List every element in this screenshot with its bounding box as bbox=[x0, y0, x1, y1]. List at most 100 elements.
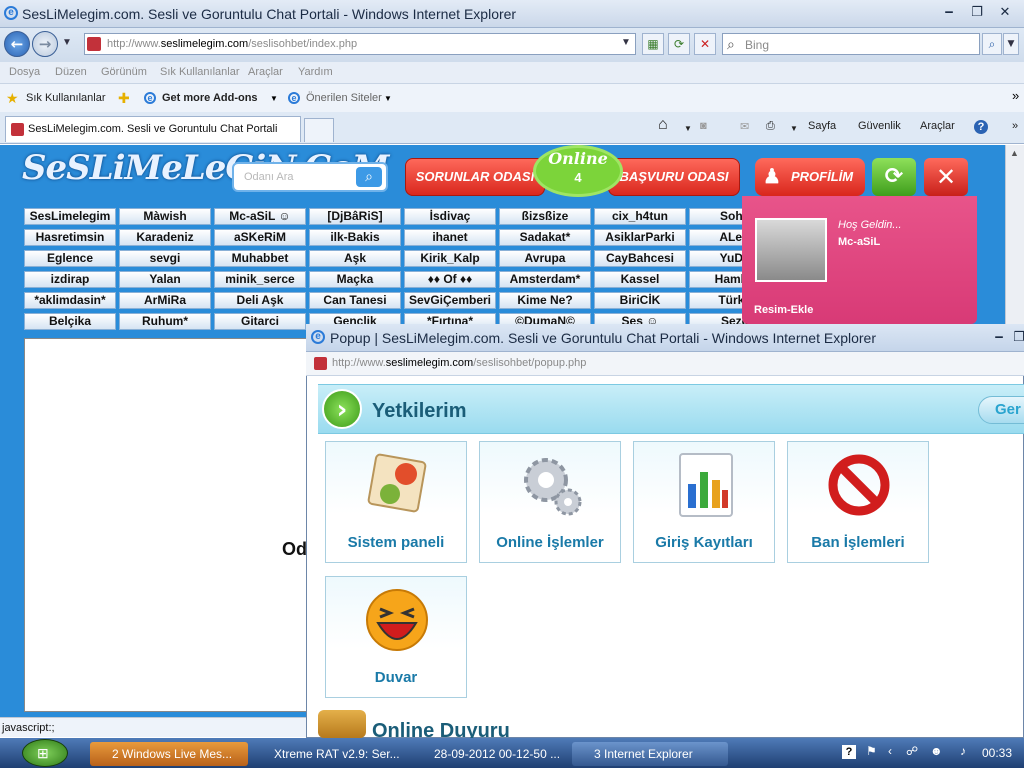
address-bar[interactable]: http://www.seslimelegim.com/seslisohbet/… bbox=[84, 33, 636, 55]
room-button[interactable]: Yalan bbox=[119, 271, 211, 288]
taskbar-item-xtreme-rat[interactable]: Xtreme RAT v2.9: Ser... bbox=[252, 742, 408, 766]
room-button[interactable]: Hasretimsin bbox=[24, 229, 116, 246]
refresh-button[interactable]: ⟳ bbox=[668, 33, 690, 55]
room-search-icon[interactable]: ⌕ bbox=[356, 167, 382, 187]
room-button[interactable]: ♦♦ Of ♦♦ bbox=[404, 271, 496, 288]
browser-tab-active[interactable]: SesLiMelegim.com. Sesli ve Goruntulu Cha… bbox=[5, 116, 301, 142]
add-photo-link[interactable]: Resim-Ekle bbox=[754, 303, 813, 317]
room-button[interactable]: Maçka bbox=[309, 271, 401, 288]
room-button[interactable]: [DjBâRiS] bbox=[309, 208, 401, 225]
search-options-icon[interactable]: ▼ bbox=[1003, 33, 1019, 55]
mail-icon[interactable]: ✉ bbox=[740, 120, 749, 133]
home-icon[interactable]: ⌂ bbox=[658, 116, 668, 134]
forward-button[interactable]: → bbox=[32, 31, 58, 57]
popup-maximize-button[interactable]: ❐ bbox=[1012, 330, 1024, 348]
history-dropdown-icon[interactable]: ▼ bbox=[62, 37, 72, 48]
action-center-icon[interactable]: ⚑ bbox=[866, 744, 877, 758]
page-menu[interactable]: Sayfa bbox=[808, 120, 836, 132]
clock[interactable]: 00:33 bbox=[982, 746, 1012, 760]
room-button[interactable]: Sadakat* bbox=[499, 229, 591, 246]
room-button[interactable]: *aklimdasin* bbox=[24, 292, 116, 309]
refresh-site-button[interactable]: ⟳ bbox=[872, 158, 916, 196]
print-dropdown-icon[interactable]: ▼ bbox=[790, 124, 798, 133]
taskbar-item-folder[interactable]: 28-09-2012 00-12-50 ... bbox=[412, 742, 568, 766]
room-button[interactable]: ArMiRa bbox=[119, 292, 211, 309]
room-button[interactable]: aSKeRiM bbox=[214, 229, 306, 246]
room-button[interactable]: Kassel bbox=[594, 271, 686, 288]
taskbar-item-live-messenger[interactable]: 2 Windows Live Mes... bbox=[90, 742, 248, 766]
tile-login-records[interactable]: Giriş Kayıtları bbox=[633, 441, 775, 563]
room-button[interactable]: Karadeniz bbox=[119, 229, 211, 246]
room-button[interactable]: Mc-aSiL ☺ bbox=[214, 208, 306, 225]
help-tray-icon[interactable]: ? bbox=[842, 745, 856, 759]
room-button[interactable]: minik_serce bbox=[214, 271, 306, 288]
messenger-tray-icon[interactable]: ☻ bbox=[930, 744, 943, 758]
room-button[interactable]: SesLimelegim bbox=[24, 208, 116, 225]
room-button[interactable]: Can Tanesi bbox=[309, 292, 401, 309]
room-button[interactable]: Belçika bbox=[24, 313, 116, 330]
room-button[interactable]: CayBahcesi bbox=[594, 250, 686, 267]
room-button[interactable]: cix_h4tun bbox=[594, 208, 686, 225]
room-button[interactable]: Gitarci bbox=[214, 313, 306, 330]
suggested-dropdown-icon[interactable]: ▼ bbox=[384, 94, 392, 103]
get-addons-link[interactable]: Get more Add-ons bbox=[162, 92, 258, 104]
add-favorite-icon[interactable]: ✚ bbox=[118, 90, 130, 107]
help-icon[interactable]: ? bbox=[974, 120, 988, 134]
search-go-button[interactable]: ⌕ bbox=[982, 33, 1002, 55]
room-button[interactable]: Deli Aşk bbox=[214, 292, 306, 309]
tile-system-panel[interactable]: Sistem paneli bbox=[325, 441, 467, 563]
menu-edit[interactable]: Düzen bbox=[55, 66, 87, 78]
tools-menu[interactable]: Araçlar bbox=[920, 120, 955, 132]
suggested-sites-link[interactable]: Önerilen Siteler bbox=[306, 92, 382, 104]
maximize-button[interactable]: ❐ bbox=[964, 5, 990, 23]
toolbar-overflow-icon[interactable]: » bbox=[1012, 88, 1019, 103]
room-button[interactable]: AsiklarParki bbox=[594, 229, 686, 246]
feeds-icon[interactable]: ◙ bbox=[700, 120, 707, 132]
profile-button[interactable]: ♟ PROFİLİM bbox=[755, 158, 865, 196]
compatibility-view-button[interactable]: ▦ bbox=[642, 33, 664, 55]
address-dropdown-icon[interactable]: ▼ bbox=[621, 37, 631, 48]
start-button[interactable]: ⊞ bbox=[22, 739, 68, 767]
room-button[interactable]: Kime Ne? bbox=[499, 292, 591, 309]
room-button[interactable]: Kirik_Kalp bbox=[404, 250, 496, 267]
search-input[interactable]: ⌕ Bing bbox=[722, 33, 980, 55]
back-button[interactable]: Ger bbox=[978, 396, 1024, 424]
room-button[interactable]: izdirap bbox=[24, 271, 116, 288]
tile-wall[interactable]: Duvar bbox=[325, 576, 467, 698]
popup-titlebar[interactable]: e Popup | SesLiMelegim.com. Sesli ve Gor… bbox=[306, 324, 1024, 352]
menu-tools[interactable]: Araçlar bbox=[248, 66, 283, 78]
volume-icon[interactable]: ♪ bbox=[960, 744, 966, 758]
scroll-up-icon[interactable]: ▲ bbox=[1010, 148, 1019, 158]
addons-dropdown-icon[interactable]: ▼ bbox=[270, 94, 278, 103]
exit-site-button[interactable]: ✕ bbox=[924, 158, 968, 196]
room-button[interactable]: SevGiÇemberi bbox=[404, 292, 496, 309]
tile-online-operations[interactable]: Online İşlemler bbox=[479, 441, 621, 563]
menu-help[interactable]: Yardım bbox=[298, 66, 333, 78]
problems-room-button[interactable]: SORUNLAR ODASI bbox=[405, 158, 545, 196]
menu-file[interactable]: Dosya bbox=[9, 66, 40, 78]
room-button[interactable]: Ruhum* bbox=[119, 313, 211, 330]
menu-view[interactable]: Görünüm bbox=[101, 66, 147, 78]
menu-favorites[interactable]: Sık Kullanılanlar bbox=[160, 66, 240, 78]
room-button[interactable]: Muhabbet bbox=[214, 250, 306, 267]
print-icon[interactable]: ⎙ bbox=[766, 120, 775, 133]
tile-ban-operations[interactable]: Ban İşlemleri bbox=[787, 441, 929, 563]
cmd-overflow-icon[interactable]: » bbox=[1012, 120, 1018, 132]
window-titlebar[interactable]: e SesLiMelegim.com. Sesli ve Goruntulu C… bbox=[0, 0, 1024, 28]
tray-arrow-icon[interactable]: ‹ bbox=[888, 744, 892, 758]
room-button[interactable]: Màwish bbox=[119, 208, 211, 225]
room-button[interactable]: ßizsßize bbox=[499, 208, 591, 225]
network-icon[interactable]: ☍ bbox=[906, 744, 918, 758]
room-button[interactable]: sevgi bbox=[119, 250, 211, 267]
avatar[interactable] bbox=[755, 218, 827, 282]
home-dropdown-icon[interactable]: ▼ bbox=[684, 124, 692, 133]
room-button[interactable]: BiriCİK bbox=[594, 292, 686, 309]
room-button[interactable]: Avrupa bbox=[499, 250, 591, 267]
stop-button[interactable]: ✕ bbox=[694, 33, 716, 55]
taskbar-item-internet-explorer[interactable]: 3 Internet Explorer bbox=[572, 742, 728, 766]
popup-address-bar[interactable]: http://www.seslimelegim.com/seslisohbet/… bbox=[306, 352, 1024, 376]
room-button[interactable]: Eglence bbox=[24, 250, 116, 267]
room-button[interactable]: ihanet bbox=[404, 229, 496, 246]
favorites-button[interactable]: Sık Kullanılanlar bbox=[26, 92, 106, 104]
chat-area[interactable] bbox=[24, 338, 308, 712]
